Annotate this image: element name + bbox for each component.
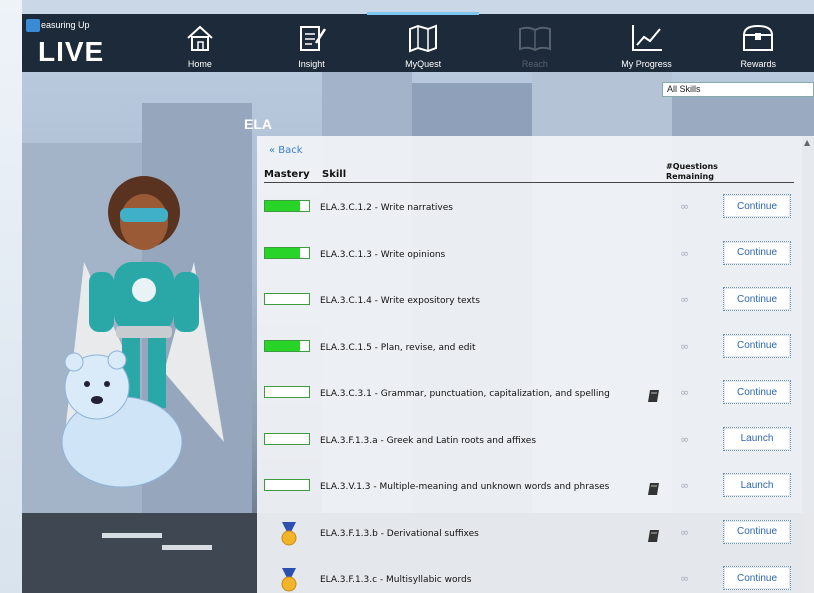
left-gutter: [0, 0, 22, 593]
nav-item-rewards[interactable]: Rewards: [702, 14, 814, 72]
questions-remaining: ∞: [680, 386, 690, 399]
nav-item-home[interactable]: Home: [144, 14, 256, 72]
notepad-icon: [295, 21, 329, 55]
polar-bear-illustration: [61, 350, 183, 488]
continue-button[interactable]: Continue: [723, 194, 791, 218]
continue-button[interactable]: Continue: [723, 380, 791, 404]
skill-header: Skill: [322, 169, 347, 180]
skill-name-text: ELA.3.F.1.3.b - Derivational suffixes: [320, 528, 479, 539]
table-row: ELA.3.C.1.5 - Plan, revise, and edit ∞ Con…: [264, 325, 794, 371]
table-row: ELA.3.C.1.4 - Write expository texts ∞ Con…: [264, 278, 794, 324]
questions-remaining: ∞: [680, 200, 690, 213]
table-row: ELA.3.F.1.3.c - Multisyllabic words ∞ Cont…: [264, 557, 794, 593]
skill-name: ELA.3.C.3.1 - Grammar, punctuation, capi…: [320, 378, 616, 410]
skill-name: ELA.3.V.1.3 - Multiple-meaning and unkno…: [320, 471, 616, 503]
chart-icon: [630, 21, 664, 55]
subject-label: ELA: [244, 116, 272, 132]
skill-name-text: ELA.3.V.1.3 - Multiple-meaning and unkno…: [320, 482, 610, 492]
launch-button[interactable]: Launch: [723, 473, 791, 497]
questions-remaining: ∞: [680, 432, 690, 446]
scroll-up-icon[interactable]: ▲: [804, 138, 810, 147]
skills-panel: ▲ « Back Mastery Skill #Questions Remain…: [257, 136, 814, 593]
logo-m-icon: [26, 19, 40, 32]
skill-filter-select[interactable]: All Skills: [662, 82, 814, 97]
table-row: ELA.3.C.1.3 - Write opinions ∞ Continue: [264, 232, 794, 278]
medal-icon: [278, 567, 300, 593]
skill-name-text: ELA.3.C.1.3 - Write opinions: [320, 249, 446, 260]
treasure-chest-icon: [741, 21, 775, 55]
nav-item-label: MyQuest: [405, 59, 442, 69]
book-icon: [518, 21, 552, 55]
table-row: ELA.3.F.1.3.b - Derivational suffixes ∞ Co…: [264, 511, 794, 557]
skill-name-text: ELA.3.F.1.3.a - Greek and Latin roots an…: [320, 435, 537, 446]
logo-small-text: easuring Up: [41, 19, 90, 30]
questions-remaining: ∞: [680, 572, 690, 585]
city-scene-background: ELA All Skills ▲ « Back Mastery Skill #Q…: [22, 72, 814, 593]
skill-name: ELA.3.F.1.3.c - Multisyllabic words: [320, 564, 616, 593]
mastery-bar: [264, 386, 310, 398]
questions-remaining: ∞: [680, 246, 690, 260]
mastery-bar: [264, 200, 310, 212]
book-icon[interactable]: [648, 387, 659, 402]
skill-name: ELA.3.C.1.3 - Write opinions: [320, 239, 616, 271]
skill-name: ELA.3.C.1.5 - Plan, revise, and edit: [320, 332, 616, 364]
medal-icon: [278, 521, 300, 547]
skill-name-text: ELA.3.C.1.4 - Write expository texts: [320, 296, 480, 306]
table-row: ELA.3.C.3.1 - Grammar, punctuation, capi…: [264, 371, 794, 417]
nav-item-label: Rewards: [740, 59, 776, 69]
mastery-bar-fill: [265, 340, 301, 351]
mastery-bar: [264, 339, 310, 352]
skill-name: ELA.3.F.1.3.a - Greek and Latin roots an…: [320, 425, 616, 457]
book-icon[interactable]: [648, 527, 659, 542]
skill-name: ELA.3.C.1.2 - Write narratives: [320, 192, 616, 224]
nav-item-label: Insight: [298, 59, 325, 69]
continue-button[interactable]: Continue: [723, 566, 791, 590]
mastery-bar-fill: [265, 201, 301, 211]
app-logo[interactable]: easuring Up LIVE: [22, 14, 144, 72]
questions-remaining: ∞: [680, 339, 690, 353]
mastery-bar-fill: [265, 247, 301, 258]
nav-item-label: Reach: [521, 59, 548, 69]
questions-remaining: ∞: [680, 479, 690, 492]
table-row: ELA.3.F.1.3.a - Greek and Latin roots an…: [264, 418, 794, 464]
table-row: ELA.3.V.1.3 - Multiple-meaning and unkno…: [264, 464, 794, 510]
questions-remaining: ∞: [680, 293, 690, 306]
skill-name: ELA.3.F.1.3.b - Derivational suffixes: [320, 518, 616, 550]
back-link[interactable]: « Back: [269, 145, 303, 156]
mastery-bar: [264, 432, 310, 445]
nav-item-label: My Progress: [621, 59, 672, 69]
skill-name-text: ELA.3.F.1.3.c - Multisyllabic words: [320, 575, 472, 585]
nav-item-myquest[interactable]: MyQuest: [367, 12, 479, 72]
continue-button[interactable]: Continue: [723, 519, 791, 544]
skill-name-text: ELA.3.C.3.1 - Grammar, punctuation, capi…: [320, 389, 610, 399]
home-icon: [183, 21, 217, 55]
skill-name-text: ELA.3.C.1.5 - Plan, revise, and edit: [320, 342, 476, 353]
mastery-bar: [264, 293, 310, 305]
nav-item-reach[interactable]: Reach: [479, 14, 591, 72]
table-header: Mastery Skill #Questions Remaining: [264, 162, 794, 183]
skill-name-text: ELA.3.C.1.2 - Write narratives: [320, 203, 453, 213]
logo-big-text: LIVE: [38, 36, 105, 67]
scrollbar[interactable]: ▲: [802, 136, 814, 593]
book-icon[interactable]: [648, 480, 659, 495]
skill-name: ELA.3.C.1.4 - Write expository texts: [320, 285, 616, 317]
top-navigation: easuring Up LIVE Home Insight MyQuest Reach…: [22, 12, 814, 72]
nav-item-label: Home: [187, 59, 212, 69]
continue-button[interactable]: Continue: [723, 240, 791, 265]
table-row: ELA.3.C.1.2 - Write narratives ∞ Continue: [264, 185, 794, 231]
mastery-bar: [264, 479, 310, 491]
mastery-bar: [264, 246, 310, 259]
continue-button[interactable]: Continue: [723, 287, 791, 311]
questions-remaining-header: #Questions Remaining: [666, 162, 718, 181]
nav-item-my-progress[interactable]: My Progress: [591, 14, 703, 72]
launch-button[interactable]: Launch: [723, 426, 791, 451]
nav-item-insight[interactable]: Insight: [256, 14, 368, 72]
map-icon: [406, 21, 440, 55]
continue-button[interactable]: Continue: [723, 333, 791, 358]
questions-remaining: ∞: [680, 525, 690, 539]
mastery-header: Mastery: [264, 169, 310, 180]
